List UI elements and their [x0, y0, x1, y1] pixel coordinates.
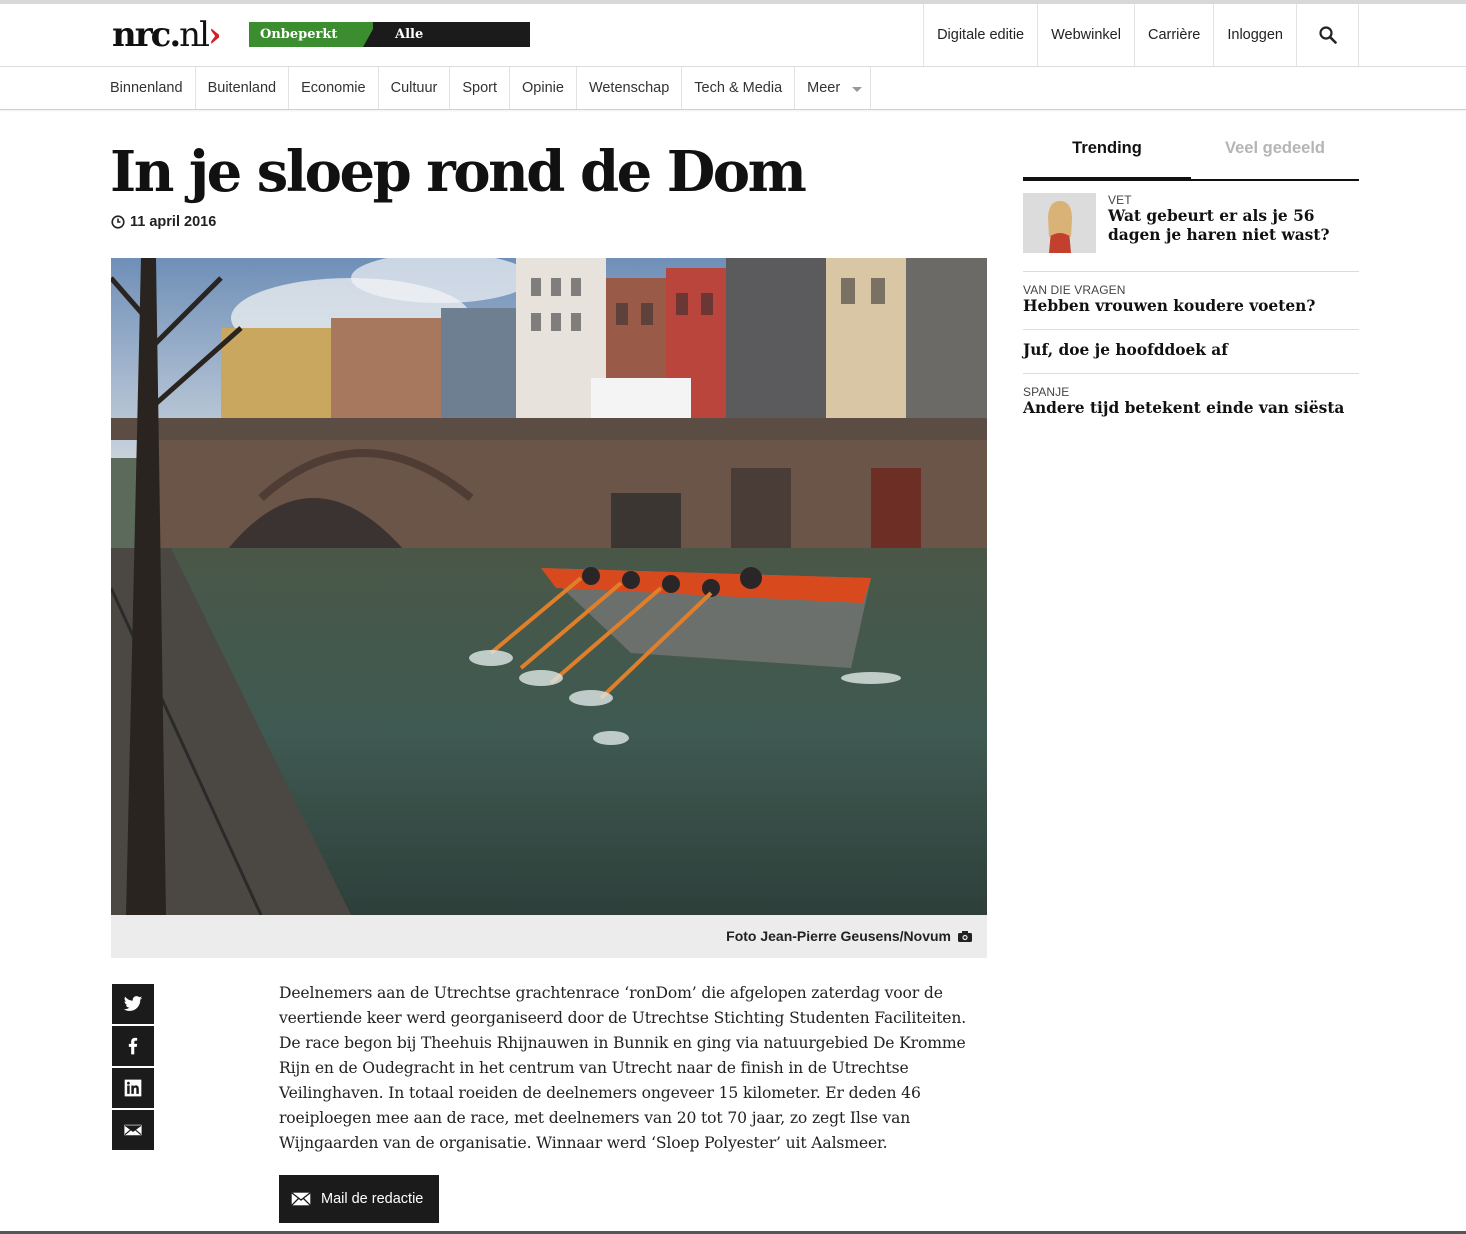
article-date-text: 11 april 2016 [130, 214, 217, 230]
share-buttons [112, 984, 154, 1152]
search-button[interactable] [1297, 4, 1359, 66]
logo-chevron-icon: › [207, 15, 222, 55]
section-economie[interactable]: Economie [289, 67, 379, 109]
article-title: In je sloep rond de Dom [110, 139, 807, 205]
linkedin-icon [124, 1079, 142, 1097]
section-sport[interactable]: Sport [450, 67, 511, 109]
section-cultuur[interactable]: Cultuur [379, 67, 451, 109]
site-header: nrc.nl› Onbeperkt nrc.nl Alle abonnement… [0, 4, 1466, 67]
trending-item[interactable]: VAN DIE VRAGEN Hebben vrouwen koudere vo… [1023, 283, 1359, 330]
twitter-icon [123, 996, 143, 1011]
logo-text: nrc. [112, 15, 181, 55]
trending-item[interactable]: SPANJE Andere tijd betekent einde van si… [1023, 385, 1359, 425]
nav-carriere[interactable]: Carrière [1135, 4, 1215, 66]
nav-digitale-editie[interactable]: Digitale editie [924, 4, 1039, 66]
search-icon [1318, 26, 1337, 44]
envelope-icon [291, 1192, 311, 1206]
promo-unlimited-link[interactable]: Onbeperkt nrc.nl [249, 22, 373, 67]
top-navigation: Digitale editie Webwinkel Carrière Inlog… [923, 4, 1359, 66]
mail-icon [123, 1123, 143, 1137]
section-binnenland[interactable]: Binnenland [98, 67, 196, 109]
article-body: Deelnemers aan de Utrechtse grachtenrace… [279, 984, 967, 1152]
camera-icon[interactable] [958, 931, 972, 942]
tab-veel-gedeeld[interactable]: Veel gedeeld [1191, 128, 1359, 179]
trending-item[interactable]: VET Wat gebeurt er als je 56 dagen je ha… [1023, 192, 1359, 272]
tab-trending[interactable]: Trending [1023, 128, 1191, 181]
trending-item[interactable]: Juf, doe je hoofddoek af [1023, 330, 1359, 374]
trending-kicker: VAN DIE VRAGEN [1023, 283, 1126, 297]
article-date: 11 april 2016 [111, 214, 216, 230]
photo-caption: Foto Jean-Pierre Geusens/Novum [111, 915, 987, 958]
share-mail-button[interactable] [112, 1110, 154, 1150]
facebook-icon [128, 1037, 138, 1055]
clock-icon [111, 215, 125, 229]
trending-headline: Andere tijd betekent einde van siësta [1023, 399, 1345, 417]
section-meer-dropdown[interactable]: Meer [795, 67, 872, 109]
section-opinie[interactable]: Opinie [510, 67, 577, 109]
section-tech-media[interactable]: Tech & Media [682, 67, 796, 109]
section-buitenland[interactable]: Buitenland [196, 67, 290, 109]
mail-editors-label: Mail de redactie [321, 1191, 424, 1207]
subscription-promo: Onbeperkt nrc.nl Alle abonnementen [249, 22, 530, 67]
trending-headline: Hebben vrouwen koudere voeten? [1023, 297, 1316, 315]
section-navigation: Binnenland Buitenland Economie Cultuur S… [0, 67, 1466, 110]
promo-subscriptions-link[interactable]: Alle abonnementen [363, 22, 530, 67]
article-photo[interactable] [111, 258, 987, 915]
canal-rowing-photo [111, 258, 987, 915]
trending-thumbnail [1023, 193, 1096, 253]
share-facebook-button[interactable] [112, 1026, 154, 1066]
photo-credit: Foto Jean-Pierre Geusens/Novum [726, 928, 951, 944]
share-twitter-button[interactable] [112, 984, 154, 1024]
trending-headline: Juf, doe je hoofddoek af [1023, 341, 1228, 359]
section-wetenschap[interactable]: Wetenschap [577, 67, 683, 109]
mail-editors-button[interactable]: Mail de redactie [279, 1175, 439, 1223]
trending-headline: Wat gebeurt er als je 56 dagen je haren … [1108, 207, 1330, 244]
nav-inloggen[interactable]: Inloggen [1214, 4, 1297, 66]
nav-webwinkel[interactable]: Webwinkel [1038, 4, 1135, 66]
nrc-logo[interactable]: nrc.nl› [112, 18, 222, 52]
trending-kicker: VET [1108, 193, 1132, 207]
logo-nl: nl [179, 15, 210, 55]
trending-kicker: SPANJE [1023, 385, 1070, 399]
share-linkedin-button[interactable] [112, 1068, 154, 1108]
sidebar-tabs: Trending Veel gedeeld [1023, 128, 1359, 181]
